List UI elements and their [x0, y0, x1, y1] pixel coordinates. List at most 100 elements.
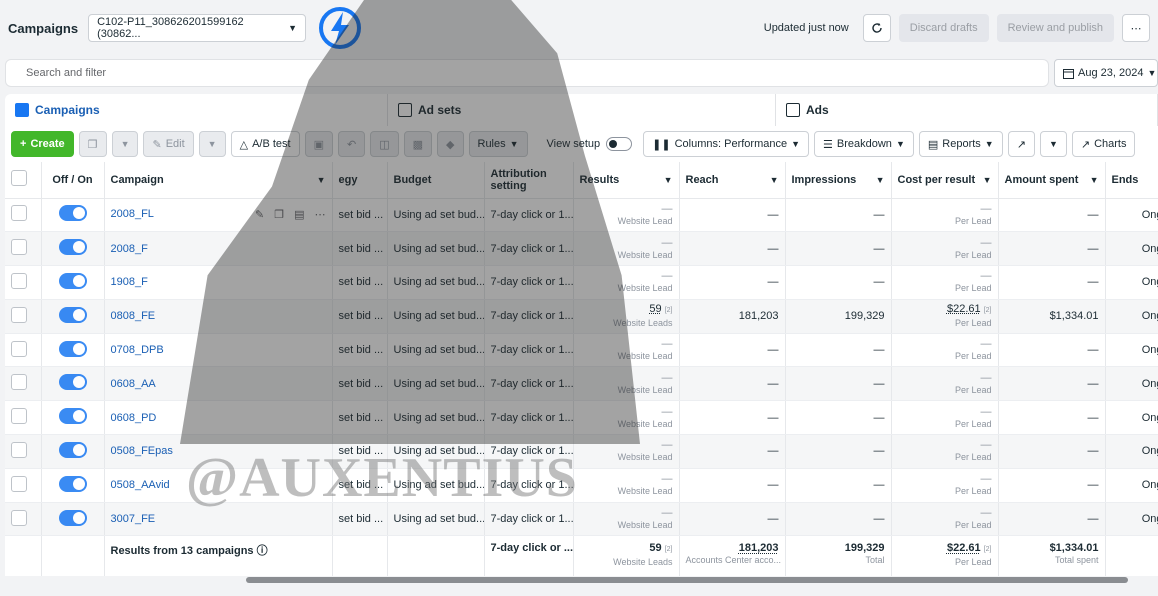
campaign-toggle[interactable]: [58, 205, 87, 222]
discard-drafts-button[interactable]: Discard drafts: [898, 14, 989, 42]
row-checkbox[interactable]: [11, 239, 27, 256]
view-setup-switch[interactable]: [606, 137, 633, 151]
header-impressions[interactable]: Impressions ▼: [785, 162, 892, 199]
edit-button[interactable]: ✎ Edit: [143, 131, 194, 157]
header-results[interactable]: Results ▼: [573, 162, 680, 199]
campaign-name-link[interactable]: 0808_FE: [111, 310, 156, 322]
more-options-button[interactable]: ⋯: [1122, 14, 1150, 42]
table-row[interactable]: 0608_PD set bid ... Using ad set bud... 7-d…: [5, 400, 1158, 436]
header-bid-strategy[interactable]: egy: [332, 162, 388, 199]
reach-cell: —: [679, 333, 786, 368]
tab-campaigns[interactable]: Campaigns: [5, 94, 388, 126]
table-row[interactable]: 2008_FL ✎ ❐ ▤ ⋯ set bid ... Using ad set bud..…: [5, 198, 1158, 233]
duplicate-icon[interactable]: ❐: [274, 208, 284, 221]
refresh-button[interactable]: [862, 14, 891, 42]
table-row[interactable]: 0508_FEpas set bid ... Using ad set bud...…: [5, 434, 1158, 469]
footer-reach-value: 181,203: [738, 542, 779, 555]
columns-button[interactable]: ❚❚ Columns: Performance ▼: [643, 131, 810, 157]
campaign-toggle[interactable]: [58, 441, 87, 458]
cost-sub: Per Lead: [954, 215, 992, 226]
header-cost-per-result[interactable]: Cost per result ▼: [891, 162, 999, 199]
ab-test-button[interactable]: △ A/B test: [230, 131, 300, 157]
row-checkbox[interactable]: [11, 340, 27, 357]
header-reach[interactable]: Reach ▼: [679, 162, 786, 199]
date-range-button[interactable]: Aug 23, 2024 ▼: [1054, 59, 1158, 87]
tab-ads[interactable]: Ads: [776, 94, 1158, 126]
row-checkbox[interactable]: [11, 408, 27, 425]
duplicate-dropdown-button[interactable]: ▼: [111, 131, 139, 157]
row-checkbox[interactable]: [11, 272, 27, 289]
campaign-name-link[interactable]: 1908_F: [111, 276, 148, 288]
campaign-name-link[interactable]: 0708_DPB: [111, 344, 164, 356]
campaign-toggle[interactable]: [58, 509, 87, 526]
table-row[interactable]: 0508_AAvid set bid ... Using ad set bud...…: [5, 468, 1158, 503]
campaign-toggle[interactable]: [58, 239, 87, 256]
preview-button[interactable]: ▩: [403, 131, 433, 157]
campaign-toggle[interactable]: [58, 272, 87, 289]
select-all-checkbox[interactable]: [11, 170, 27, 187]
campaign-name-link[interactable]: 0508_FEpas: [111, 445, 173, 457]
reach-cell: —: [679, 231, 786, 267]
cost-sub: Per Lead: [954, 486, 992, 497]
cost-cell: — Per Lead: [891, 333, 999, 368]
header-off-on[interactable]: Off / On: [41, 162, 105, 199]
row-checkbox[interactable]: [11, 509, 27, 526]
reports-button[interactable]: ▤ Reports ▼: [918, 131, 1003, 157]
row-checkbox[interactable]: [11, 374, 27, 391]
campaign-name-cell: 0508_AAvid: [104, 468, 333, 503]
search-input[interactable]: Search and filter: [5, 59, 1049, 87]
header-budget[interactable]: Budget: [387, 162, 485, 199]
campaign-toggle[interactable]: [58, 408, 87, 425]
campaign-name-link[interactable]: 2008_F: [111, 243, 148, 255]
campaign-toggle[interactable]: [58, 306, 87, 323]
campaign-toggle[interactable]: [58, 340, 87, 357]
row-checkbox[interactable]: [11, 306, 27, 323]
table-row[interactable]: 0808_FE set bid ... Using ad set bud... 7-d…: [5, 299, 1158, 334]
chart-icon[interactable]: ▤: [294, 208, 304, 221]
campaign-toggle[interactable]: [58, 374, 87, 391]
campaign-name-cell: 0708_DPB: [104, 333, 333, 368]
rules-button[interactable]: Rules ▼: [468, 131, 528, 157]
table-row[interactable]: 0608_AA set bid ... Using ad set bud... 7-d…: [5, 366, 1158, 402]
row-checkbox[interactable]: [11, 205, 27, 222]
more-icon[interactable]: ⋯: [315, 208, 326, 221]
info-icon[interactable]: ⓘ: [257, 545, 268, 557]
campaign-name-link[interactable]: 0508_AAvid: [111, 479, 170, 491]
export-button[interactable]: ↗: [1007, 131, 1035, 157]
breakdown-button[interactable]: ☰ Breakdown ▼: [814, 131, 914, 157]
row-checkbox[interactable]: [11, 441, 27, 458]
header-amount-spent[interactable]: Amount spent ▼: [998, 162, 1106, 199]
account-selector[interactable]: C102-P11_308626201599162 (30862... ▼: [88, 14, 307, 42]
tag-button[interactable]: ◆: [437, 131, 464, 157]
campaign-name-link[interactable]: 2008_FL: [111, 208, 154, 220]
charts-button[interactable]: ↗ Charts: [1071, 131, 1136, 157]
horizontal-scrollbar[interactable]: [246, 577, 1128, 583]
campaign-toggle[interactable]: [58, 475, 87, 492]
review-publish-button[interactable]: Review and publish: [996, 14, 1114, 42]
campaign-name-link[interactable]: 0608_AA: [111, 378, 156, 390]
table-row[interactable]: 0708_DPB set bid ... Using ad set bud... 7-…: [5, 333, 1158, 368]
tab-ad-sets[interactable]: Ad sets: [388, 94, 776, 126]
campaign-name-link[interactable]: 3007_FE: [111, 513, 156, 525]
cost-value: —: [980, 405, 992, 418]
export-dropdown-button[interactable]: ▼: [1039, 131, 1067, 157]
edit-dropdown-button[interactable]: ▼: [198, 131, 226, 157]
pencil-icon[interactable]: ✎: [255, 208, 264, 221]
campaign-name-link[interactable]: 0608_PD: [111, 412, 157, 424]
bid-strategy-cell: set bid ...: [332, 502, 388, 537]
duplicate-button[interactable]: ❐: [78, 131, 107, 157]
bid-strategy-cell: set bid ...: [332, 434, 388, 469]
view-setup-toggle[interactable]: View setup: [547, 137, 633, 151]
header-ends[interactable]: Ends: [1105, 162, 1158, 199]
sort-icon: ▼: [663, 174, 673, 185]
table-row[interactable]: 2008_F set bid ... Using ad set bud... 7-da…: [5, 231, 1158, 267]
archive-button[interactable]: ▣: [304, 131, 333, 157]
undo-button[interactable]: ↶: [338, 131, 366, 157]
row-checkbox[interactable]: [11, 475, 27, 492]
header-campaign[interactable]: Campaign ▼: [104, 162, 333, 199]
delete-button[interactable]: ◫: [370, 131, 399, 157]
table-row[interactable]: 1908_F set bid ... Using ad set bud... 7-da…: [5, 265, 1158, 300]
header-attribution[interactable]: Attribution setting: [484, 162, 574, 199]
table-row[interactable]: 3007_FE set bid ... Using ad set bud... 7-d…: [5, 502, 1158, 537]
create-button[interactable]: + Create: [11, 131, 74, 157]
